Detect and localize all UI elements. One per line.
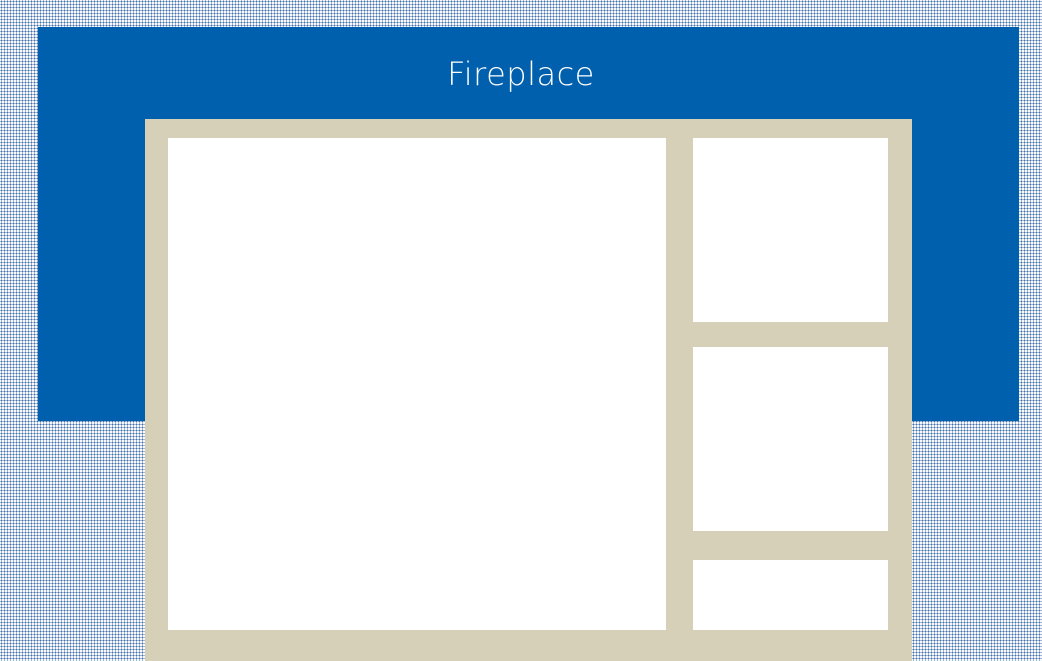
fireplace-title: Fireplace bbox=[447, 55, 595, 93]
main-panel bbox=[168, 138, 666, 630]
side-panel-top bbox=[693, 138, 888, 322]
side-panel-middle bbox=[693, 347, 888, 531]
side-panel-bottom bbox=[693, 560, 888, 630]
